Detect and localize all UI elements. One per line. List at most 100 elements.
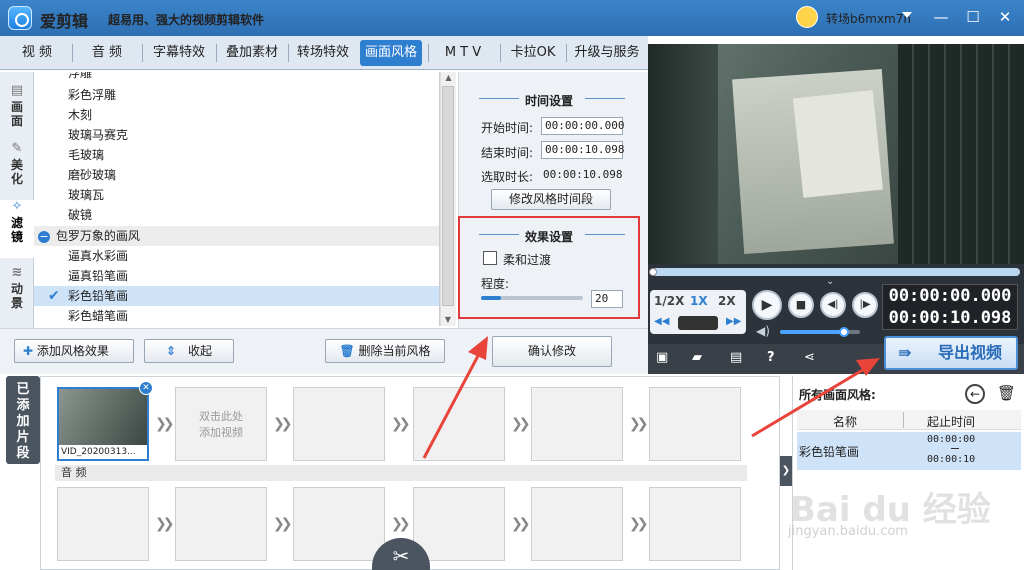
list-item[interactable]: 木刻 (34, 105, 439, 125)
next-frame-button[interactable]: |▶ (852, 292, 878, 318)
confirm-modify-button[interactable]: 确认修改 (492, 336, 612, 367)
user-avatar[interactable] (796, 6, 818, 28)
delete-style-label: 删除当前风格 (358, 344, 431, 358)
list-item[interactable]: 磨砂玻璃 (34, 165, 439, 185)
user-menu-caret-icon[interactable] (902, 12, 912, 18)
empty-slot[interactable] (413, 387, 505, 461)
back-icon[interactable]: ← (965, 384, 985, 404)
tab-mtv[interactable]: M T V (432, 40, 494, 66)
open-folder-icon[interactable]: ▰ (692, 350, 702, 365)
audio-slot[interactable] (293, 487, 385, 561)
minimize-button[interactable]: — (928, 5, 954, 29)
volume-icon[interactable]: ◀) (756, 324, 770, 338)
help-icon[interactable]: ? (767, 350, 775, 365)
tab-video[interactable]: 视 频 (6, 40, 68, 66)
main-tab-bar: 视 频 音 频 字幕特效 叠加素材 转场特效 画面风格 M T V 卡拉OK 升… (0, 36, 648, 70)
arrow-icon: ❯❯ (155, 416, 174, 432)
collapse-label: 收起 (187, 344, 212, 358)
export-icon: ⇛ (898, 343, 912, 362)
table-row[interactable]: 彩色铅笔画 00:00:00 00:00:10 (797, 432, 1021, 470)
speed-panel: 1/2X 1X 2X ◀◀ ▶▶ (650, 290, 746, 334)
tab-subtitle-effects[interactable]: 字幕特效 (146, 40, 212, 66)
end-time-input[interactable]: 00:00:10.098 (541, 141, 624, 159)
speed-2x-button[interactable]: 2X (718, 294, 736, 308)
volume-thumb[interactable] (839, 327, 849, 337)
add-video-hint: 双击此处 添加视频 (199, 410, 243, 439)
wave-icon: ≋ (11, 265, 23, 280)
list-item[interactable]: 破镜 (34, 205, 439, 225)
share-icon[interactable]: ⋖ (804, 350, 815, 365)
new-project-icon[interactable]: ▣ (656, 350, 668, 365)
audio-slot[interactable] (413, 487, 505, 561)
side-tab-motion[interactable]: ≋ 动景 (0, 266, 34, 324)
add-style-button[interactable]: ✚ 添加风格效果 (14, 339, 134, 363)
list-item[interactable]: 彩色蜡笔画 (34, 306, 439, 326)
play-button[interactable]: ▶ (752, 290, 782, 320)
style-list: 浮雕 彩色浮雕 木刻 玻璃马赛克 毛玻璃 磨砂玻璃 玻璃瓦 破镜 − 包罗万象的… (34, 72, 440, 326)
tab-karaoke[interactable]: 卡拉OK (504, 40, 562, 66)
empty-slot[interactable] (293, 387, 385, 461)
app-logo-icon (8, 6, 32, 30)
list-item[interactable]: 逼真水彩画 (34, 246, 439, 266)
side-tab-filter-label: 滤镜 (10, 216, 23, 244)
delete-style-button[interactable]: 🗑 删除当前风格 (325, 339, 445, 363)
maximize-button[interactable]: ☐ (960, 5, 986, 29)
trash-icon[interactable]: 🗑 (997, 384, 1016, 402)
magic-wand-icon: ✎ (11, 141, 23, 156)
remove-clip-icon[interactable]: ✕ (139, 381, 153, 395)
side-tab-filter[interactable]: ✧ 滤镜 (0, 200, 34, 258)
side-tab-beautify[interactable]: ✎ 美化 (0, 142, 34, 200)
chevron-down-icon[interactable]: ⌄ (826, 276, 834, 287)
seek-thumb[interactable] (649, 268, 657, 276)
arrow-icon: ❯❯ (273, 416, 292, 432)
total-time: 00:00:10.098 (888, 308, 1012, 328)
arrow-icon: ❯❯ (629, 516, 648, 532)
audio-slot[interactable] (649, 487, 741, 561)
stop-button[interactable]: ■ (788, 292, 814, 318)
list-item[interactable]: 毛玻璃 (34, 145, 439, 165)
seek-bar[interactable] (652, 268, 1020, 276)
speed-half-button[interactable]: 1/2X (654, 294, 684, 308)
list-group-header[interactable]: − 包罗万象的画风 (34, 226, 439, 246)
collapse-minus-icon[interactable]: − (38, 230, 50, 243)
selected-item-label: 彩色铅笔画 (68, 289, 129, 303)
list-item[interactable]: 玻璃瓦 (34, 185, 439, 205)
list-item[interactable]: 浮雕 (34, 72, 439, 83)
audio-track-label: 音 频 (55, 465, 747, 481)
col-time-header: 起止时间 (927, 415, 976, 429)
tab-picture-style[interactable]: 画面风格 (360, 40, 422, 66)
add-video-slot[interactable]: 双击此处 添加视频 (175, 387, 267, 461)
start-time-label: 开始时间: (481, 121, 534, 135)
audio-slot[interactable] (531, 487, 623, 561)
clip-thumbnail[interactable]: VID_20200313... (57, 387, 149, 461)
video-preview[interactable] (648, 44, 1024, 264)
scrollbar-thumb[interactable] (442, 86, 454, 306)
rewind-icon[interactable]: ◀◀ (654, 316, 669, 327)
list-item-selected[interactable]: ✔ 彩色铅笔画 (34, 286, 439, 306)
collapse-button[interactable]: ⇕ 收起 (144, 339, 234, 363)
list-item[interactable]: 逼真铅笔画 (34, 266, 439, 286)
modify-time-button[interactable]: 修改风格时间段 (491, 189, 611, 210)
fast-forward-icon[interactable]: ▶▶ (726, 316, 741, 327)
tab-transitions[interactable]: 转场特效 (290, 40, 356, 66)
tab-overlay[interactable]: 叠加素材 (219, 40, 285, 66)
side-tab-picture[interactable]: ▤ 画面 (0, 84, 34, 142)
username[interactable]: 转场b6mxm7n (826, 10, 911, 27)
end-time-label: 结束时间: (481, 146, 534, 160)
save-icon[interactable]: ▤ (730, 350, 742, 365)
empty-slot[interactable] (531, 387, 623, 461)
audio-slot[interactable] (175, 487, 267, 561)
close-button[interactable]: ✕ (992, 5, 1018, 29)
jog-wheel[interactable] (678, 316, 718, 330)
export-video-button[interactable]: ⇛ 导出视频 (884, 336, 1018, 370)
speed-1x-button[interactable]: 1X (690, 294, 708, 308)
start-time-input[interactable]: 00:00:00.000 (541, 117, 624, 135)
list-item[interactable]: 玻璃马赛克 (34, 125, 439, 145)
app-slogan: 超易用、强大的视频剪辑软件 (108, 13, 265, 27)
empty-slot[interactable] (649, 387, 741, 461)
prev-frame-button[interactable]: ◀| (820, 292, 846, 318)
tab-upgrade-service[interactable]: 升级与服务 (569, 40, 645, 66)
list-item[interactable]: 彩色浮雕 (34, 85, 439, 105)
tab-audio[interactable]: 音 频 (76, 40, 138, 66)
audio-slot[interactable] (57, 487, 149, 561)
